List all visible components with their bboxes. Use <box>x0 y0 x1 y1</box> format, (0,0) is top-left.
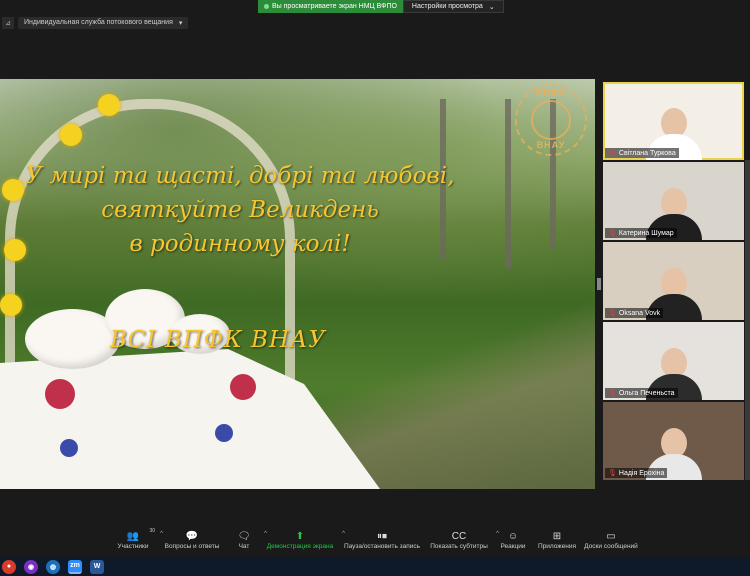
qa-icon: 💬 <box>185 530 199 542</box>
os-taskbar: ● ◉ ◍ zm W <box>0 557 750 576</box>
participants-count: 30 <box>149 528 155 534</box>
record-control-button[interactable]: ⏸⏹ Пауза/остановить запись <box>339 525 425 557</box>
chat-label: Чат <box>238 543 250 550</box>
qa-button[interactable]: 💬 Вопросы и ответы <box>157 525 227 557</box>
zoom-app-icon[interactable]: zm <box>68 559 82 574</box>
mic-muted-icon: 🎙 <box>608 230 617 237</box>
captions-label: Показать субтитры <box>430 543 488 550</box>
meeting-toolbar: 👥 30 Участники ^ 💬 Вопросы и ответы 🗨 Ча… <box>0 525 750 557</box>
participant-name: Oksana Vovk <box>618 309 661 317</box>
logo-emblem-icon <box>531 100 571 140</box>
participant-tile[interactable]: 🎙 Ольга Печеньста <box>603 322 744 400</box>
dandelion-flower <box>60 124 82 146</box>
apps-button[interactable]: ⊞ Приложения <box>533 525 581 557</box>
greeting-line-3: в родинному колі! <box>129 231 351 257</box>
embroidery-rose <box>45 379 75 409</box>
greeting-line-1: У мирі та щасті, добрі та любові, <box>25 163 455 189</box>
participant-name: Ольга Печеньста <box>618 389 675 397</box>
chat-icon: 🗨 <box>237 530 251 542</box>
participant-gallery: 🎙 Світлана Туркова 🎙 Катерина Шумар 🎙 Oksan… <box>603 82 744 482</box>
dandelion-flower <box>98 94 120 116</box>
shared-screen: У мирі та щасті, добрі та любові, святку… <box>0 79 595 489</box>
dandelion-flower <box>0 294 22 316</box>
greeting-line-2: святкуйте Великдень <box>101 197 379 223</box>
chrome-icon[interactable]: ● <box>2 559 16 574</box>
participant-name-tag: 🎙 Надія Ерохіна <box>605 468 668 478</box>
participant-name: Надія Ерохіна <box>618 469 665 477</box>
share-screen-label: Демонстрация экрана <box>266 543 334 550</box>
chevron-down-icon: ⌄ <box>488 3 495 11</box>
streaming-service-dropdown[interactable]: Индивидуальная служба потокового вещания… <box>18 17 189 29</box>
share-screen-button[interactable]: ⬆ Демонстрация экрана ^ <box>261 525 345 557</box>
embroidery-flower <box>60 439 78 457</box>
reactions-icon: ☺ <box>507 530 519 542</box>
share-screen-icon: ⬆ <box>295 530 305 542</box>
participant-name-tag: 🎙 Oksana Vovk <box>605 308 664 318</box>
gallery-resize-handle[interactable] <box>597 278 601 290</box>
qa-label: Вопросы и ответы <box>164 543 220 550</box>
participants-label: Участники <box>117 543 149 550</box>
reactions-label: Реакции <box>500 543 526 550</box>
chat-button[interactable]: 🗨 Чат ^ <box>227 525 267 557</box>
streaming-service-label: Индивидуальная служба потокового вещания <box>24 19 173 26</box>
whiteboard-label: Доски сообщений <box>584 543 638 550</box>
whiteboard-icon: ▭ <box>606 530 616 542</box>
gallery-scrollbar[interactable] <box>745 160 750 480</box>
record-label: Пауза/остановить запись <box>343 543 421 550</box>
sharing-text: Вы просматриваете экран НМЦ ВФПО <box>272 3 397 10</box>
participants-icon: 👥 <box>126 530 140 542</box>
view-options-label: Настройки просмотра <box>411 3 483 10</box>
mic-muted-icon: 🎙 <box>608 390 617 397</box>
pause-stop-record-icon: ⏸⏹ <box>377 530 387 542</box>
participant-tile[interactable]: 🎙 Надія Ерохіна <box>603 402 744 480</box>
captions-button[interactable]: CC Показать субтитры ^ <box>425 525 499 557</box>
browser-icon[interactable]: ◍ <box>46 559 60 574</box>
embroidery-rose <box>230 374 256 400</box>
participant-name-tag: 🎙 Світлана Туркова <box>605 148 679 158</box>
sharing-indicator: Вы просматриваете экран НМЦ ВФПО <box>258 0 403 13</box>
signal-icon[interactable]: ⊿ <box>2 17 14 29</box>
view-options-button[interactable]: Настройки просмотра ⌄ <box>402 0 504 13</box>
mic-muted-icon: 🎙 <box>608 310 617 317</box>
share-banner: Вы просматриваете экран НМЦ ВФПО Настрой… <box>258 0 504 13</box>
dropdown-arrow-icon: ▾ <box>178 20 183 27</box>
participant-tile[interactable]: 🎙 Oksana Vovk <box>603 242 744 320</box>
participant-name-tag: 🎙 Катерина Шумар <box>605 228 677 238</box>
apps-label: Приложения <box>537 543 577 550</box>
captions-icon: CC <box>451 530 467 542</box>
participant-name-tag: 🎙 Ольга Печеньста <box>605 388 678 398</box>
participant-name: Катерина Шумар <box>618 229 674 237</box>
word-app-icon[interactable]: W <box>90 559 104 574</box>
college-logo: ВПФК ВНАУ <box>515 84 587 156</box>
logo-text-top: ВПФК <box>535 88 567 98</box>
mic-muted-icon: 🎙 <box>608 470 617 477</box>
participant-tile[interactable]: 🎙 Катерина Шумар <box>603 162 744 240</box>
mic-muted-icon: 🎙 <box>608 150 617 157</box>
messenger-icon[interactable]: ◉ <box>24 559 38 574</box>
embroidery-flower <box>215 424 233 442</box>
greeting-signature: ВСІ ВПФК ВНАУ <box>110 327 327 353</box>
participants-button[interactable]: 👥 30 Участники ^ <box>109 525 163 557</box>
stream-row: ⊿ Индивидуальная служба потокового вещан… <box>0 16 189 30</box>
tree-trunk <box>505 99 511 269</box>
reactions-button[interactable]: ☺ Реакции <box>493 525 533 557</box>
whiteboard-button[interactable]: ▭ Доски сообщений <box>581 525 641 557</box>
apps-icon: ⊞ <box>552 530 562 542</box>
participant-tile[interactable]: 🎙 Світлана Туркова <box>603 82 744 160</box>
logo-text-bottom: ВНАУ <box>536 140 566 150</box>
participant-name: Світлана Туркова <box>618 149 676 157</box>
greeting-text: У мирі та щасті, добрі та любові, святку… <box>10 159 470 261</box>
sharing-dot-icon <box>264 4 269 9</box>
